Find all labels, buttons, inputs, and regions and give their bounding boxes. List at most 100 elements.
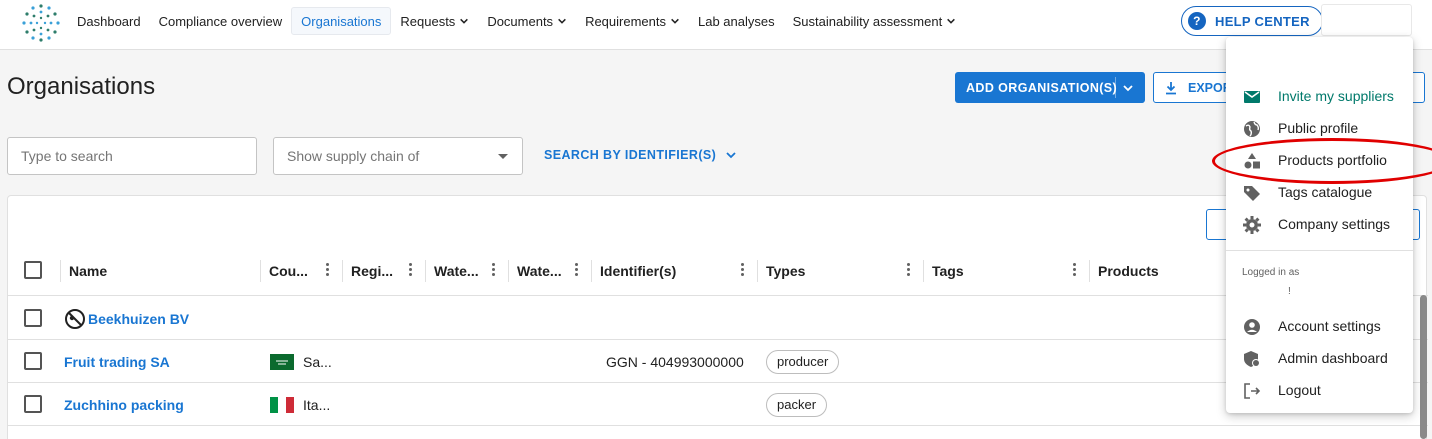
add-organisation-label: ADD ORGANISATION(S) [966,80,1118,95]
menu-item-admin-dashboard[interactable]: Admin dashboard [1226,342,1413,374]
column-header-label: Cou... [269,263,308,279]
column-header-label: Identifier(s) [600,263,677,279]
column-menu-icon[interactable] [409,262,413,278]
menu-item-public-profile[interactable]: Public profile [1226,112,1413,144]
button-divider [1115,77,1116,98]
column-separator[interactable] [1089,260,1090,282]
menu-item-logout[interactable]: Logout [1226,374,1413,406]
user-menu-button[interactable] [1321,4,1412,36]
column-header[interactable]: Wate... [517,246,562,296]
add-organisation-button[interactable]: ADD ORGANISATION(S) [955,72,1145,103]
menu-item-label: Invite my suppliers [1278,88,1394,104]
column-separator[interactable] [508,260,509,282]
column-header[interactable]: Regi... [351,246,393,296]
type-cell: packer [766,383,828,426]
menu-item-account-settings[interactable]: Account settings [1226,310,1413,342]
chevron-down-icon [726,152,736,159]
chevron-down-icon[interactable] [1122,82,1134,94]
column-header-label: Wate... [434,263,479,279]
column-menu-icon[interactable] [492,262,496,278]
organisation-name-link[interactable]: Zuchhino packing [64,397,184,413]
type-chip: packer [766,392,828,417]
column-menu-icon[interactable] [741,262,745,278]
tag-icon [1242,183,1262,203]
column-separator[interactable] [425,260,426,282]
italy-flag-icon [270,396,294,413]
table-header: Name Cou... Regi... Wate... Wate... Identifie… [8,246,1428,296]
name-cell: Fruit trading SA [64,340,170,383]
nav-item-lab-analyses[interactable]: Lab analyses [689,7,784,35]
chevron-down-icon [670,16,680,26]
column-separator[interactable] [342,260,343,282]
scrollbar[interactable] [1420,295,1427,439]
mail-icon [1242,87,1262,107]
table-row[interactable]: Zuchhino packing Ita... packer [8,383,1428,426]
row-checkbox[interactable] [24,309,42,327]
column-header[interactable]: Name [69,246,107,296]
company-logo[interactable] [20,2,62,44]
nav-item-label: Compliance overview [158,13,283,29]
type-cell: producer [766,340,840,383]
help-center-label: HELP CENTER [1215,13,1310,29]
search-by-identifier-button[interactable]: SEARCH BY IDENTIFIER(S) [544,148,737,162]
search-input[interactable] [7,137,257,175]
menu-item-tags-catalogue[interactable]: Tags catalogue [1226,176,1413,208]
menu-item-label: Tags catalogue [1278,184,1373,200]
column-menu-icon[interactable] [575,262,579,278]
column-separator[interactable] [260,260,261,282]
nav-item-organisations[interactable]: Organisations [291,7,392,35]
logout-icon [1242,381,1262,401]
nav-item-dashboard[interactable]: Dashboard [68,7,150,35]
column-header[interactable]: Products [1098,246,1159,296]
menu-item-invite-my-suppliers[interactable]: Invite my suppliers [1226,80,1413,112]
nav-item-label: Organisations [301,13,382,29]
organisation-name-link[interactable]: Beekhuizen BV [88,311,189,327]
nav-item-compliance-overview[interactable]: Compliance overview [150,7,292,35]
row-checkbox[interactable] [24,395,42,413]
blocked-icon [64,308,86,330]
supply-chain-placeholder: Show supply chain of [287,148,420,164]
chevron-down-icon [946,16,956,26]
select-all-checkbox[interactable] [24,261,42,279]
column-header-label: Types [766,263,806,279]
nav-item-label: Lab analyses [698,13,775,29]
country-label: Ita... [303,396,331,413]
column-header[interactable]: Identifier(s) [600,246,676,296]
nav-item-requirements[interactable]: Requirements [576,7,689,35]
nav-item-sustainability-assessment[interactable]: Sustainability assessment [784,7,966,35]
account-circle-icon [1242,317,1262,337]
menu-item-company-settings[interactable]: Company settings [1226,208,1413,240]
supply-chain-select[interactable]: Show supply chain of [273,137,523,175]
identifier-cell: GGN - 404993000000 [606,353,744,370]
column-separator[interactable] [60,260,61,282]
nav-item-label: Sustainability assessment [792,13,943,29]
row-checkbox[interactable] [24,352,42,370]
nav-item-label: Requests [400,13,456,29]
column-header[interactable]: Cou... [269,246,308,296]
table-row[interactable]: Beekhuizen BV [8,297,1428,340]
name-cell: Zuchhino packing [64,383,184,426]
column-header[interactable]: Wate... [434,246,479,296]
globe-icon [1242,119,1262,139]
column-header[interactable]: Tags [932,246,964,296]
main-menu: Dashboard Compliance overview Organisation… [68,7,965,35]
nav-item-requests[interactable]: Requests [391,7,478,35]
column-menu-icon[interactable] [907,262,911,278]
column-menu-icon[interactable] [1073,262,1077,278]
menu-item-products-portfolio[interactable]: Products portfolio [1226,144,1413,176]
column-separator[interactable] [591,260,592,282]
gear-icon [1242,215,1262,235]
column-header[interactable]: Types [766,246,805,296]
column-menu-icon[interactable] [326,262,330,278]
column-separator[interactable] [923,260,924,282]
table-row[interactable]: Fruit trading SA Sa... GGN - 404993000000 p… [8,340,1428,383]
organisation-name-link[interactable]: Fruit trading SA [64,354,170,370]
nav-item-documents[interactable]: Documents [478,7,576,35]
country-label: Sa... [303,353,332,370]
column-separator[interactable] [757,260,758,282]
help-center-button[interactable]: ? HELP CENTER [1181,6,1323,36]
top-navigation: Dashboard Compliance overview Organisation… [0,0,1432,50]
search-by-identifier-label: SEARCH BY IDENTIFIER(S) [544,148,717,162]
logged-in-label: Logged in as [1242,267,1300,278]
help-circle-icon: ? [1188,12,1206,30]
